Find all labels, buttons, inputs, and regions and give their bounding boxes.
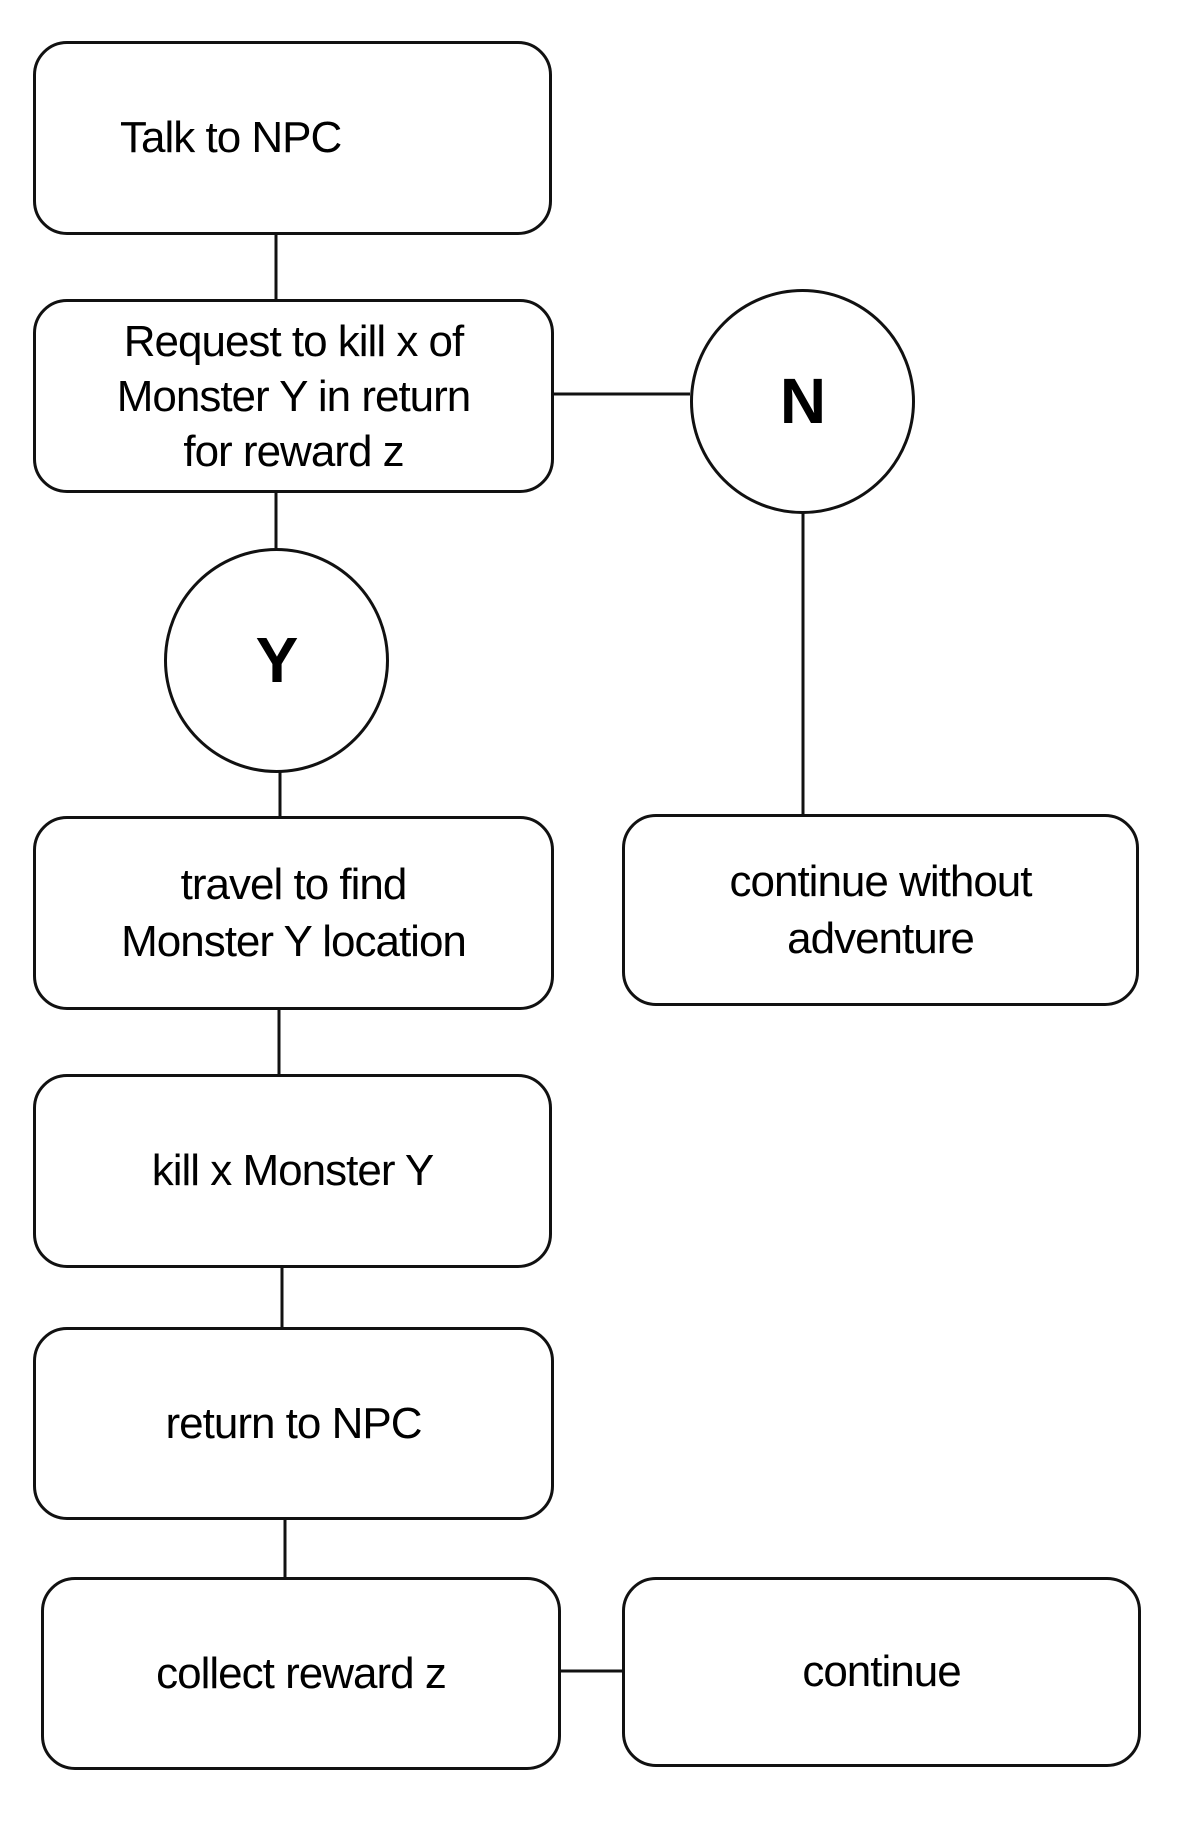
node-label: travel to find Monster Y location: [121, 859, 467, 966]
node-request: Request to kill x of Monster Y in return…: [33, 299, 554, 493]
node-label: Talk to NPC: [120, 113, 342, 163]
node-label: return to NPC: [165, 1398, 423, 1448]
node-return-to-npc: return to NPC: [33, 1327, 554, 1520]
node-travel: travel to find Monster Y location: [33, 816, 554, 1010]
node-label: continue without adventure: [729, 856, 1033, 963]
node-continue-without-adventure: continue without adventure: [622, 814, 1139, 1006]
decision-yes: Y: [164, 548, 389, 773]
node-talk-to-npc: Talk to NPC: [33, 41, 552, 235]
node-label: N: [779, 364, 826, 437]
node-kill: kill x Monster Y: [33, 1074, 552, 1268]
node-label: continue: [802, 1647, 961, 1697]
decision-no: N: [690, 289, 915, 514]
node-label: Y: [255, 623, 299, 696]
node-continue: continue: [622, 1577, 1141, 1767]
node-label: Request to kill x of Monster Y in return…: [116, 316, 472, 476]
node-collect-reward: collect reward z: [41, 1577, 561, 1770]
node-label: kill x Monster Y: [151, 1146, 434, 1196]
node-label: collect reward z: [156, 1648, 447, 1698]
